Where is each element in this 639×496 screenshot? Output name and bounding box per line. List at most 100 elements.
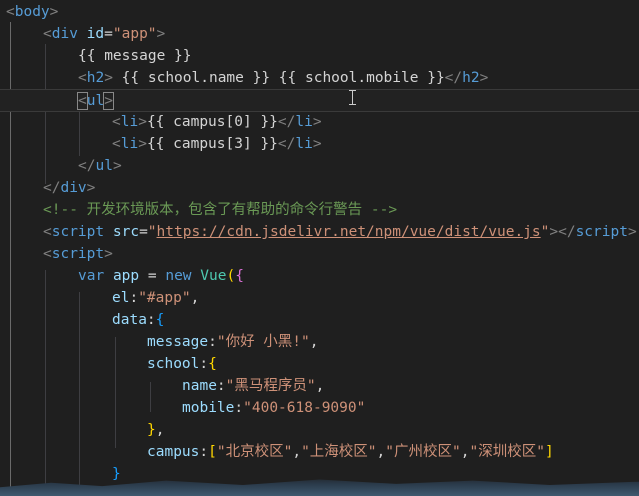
- code-token: "北京校区": [216, 444, 293, 460]
- code-token: new: [165, 268, 192, 284]
- code-line-content: campus:["北京校区","上海校区","广州校区","深圳校区"]: [147, 444, 554, 460]
- code-line-content: <!-- 开发环境版本，包含了有帮助的命令行警告 -->: [43, 202, 397, 218]
- code-token: ,: [155, 422, 165, 438]
- code-line[interactable]: </div>: [43, 177, 95, 200]
- code-line-content: </div>: [43, 180, 95, 196]
- code-token: {: [155, 312, 165, 328]
- code-token: :: [234, 400, 244, 416]
- code-line-content: data:{: [112, 312, 164, 328]
- code-token: ,: [292, 444, 302, 460]
- code-token: }: [112, 466, 121, 482]
- code-token: ]: [544, 444, 554, 460]
- code-token: "你好 小黑!": [216, 334, 310, 350]
- code-token: <!-- 开发环境版本，包含了有帮助的命令行警告 -->: [43, 202, 398, 218]
- code-token: "上海校区": [301, 444, 377, 460]
- code-line[interactable]: <li>{{ campus[0] }}</li>: [112, 111, 322, 134]
- code-token: li: [120, 136, 139, 152]
- code-line[interactable]: <script>: [43, 243, 113, 266]
- code-token: "深圳校区": [469, 444, 545, 460]
- code-line[interactable]: <body>: [6, 1, 58, 24]
- code-line[interactable]: mobile:"400-618-9090": [182, 397, 365, 420]
- code-token: >: [138, 114, 147, 130]
- code-token: </: [78, 158, 96, 174]
- code-line[interactable]: var app = new Vue({: [78, 265, 244, 288]
- indent-guide: [45, 270, 46, 496]
- code-editor[interactable]: <body> <div id="app"> {{ message }} <h2>…: [0, 0, 639, 496]
- indent-guide: [150, 382, 151, 412]
- code-line-content: mobile:"400-618-9090": [182, 400, 365, 416]
- code-token: ul: [95, 158, 113, 174]
- code-token: {: [208, 356, 217, 372]
- code-line[interactable]: }: [112, 463, 121, 486]
- code-token: ,: [376, 444, 386, 460]
- indent-guide: [79, 292, 80, 496]
- code-token: >: [312, 136, 322, 152]
- indent-guide: [115, 337, 116, 448]
- code-token: div: [60, 180, 87, 196]
- code-token: body: [14, 4, 50, 20]
- code-line-content: <li>{{ campus[0] }}</li>: [112, 114, 322, 130]
- bottom-wave-decoration: [0, 479, 639, 496]
- code-line[interactable]: <div id="app">: [43, 23, 165, 46]
- code-token: >: [479, 70, 489, 86]
- code-token: =: [104, 26, 113, 42]
- code-line[interactable]: name:"黑马程序员",: [182, 375, 324, 398]
- code-line[interactable]: campus:["北京校区","上海校区","广州校区","深圳校区"]: [147, 441, 554, 464]
- code-line[interactable]: {{ message }}: [78, 45, 192, 68]
- code-token: "400-618-9090": [243, 400, 366, 416]
- code-line-content: </ul>: [78, 158, 122, 174]
- code-line[interactable]: <li>{{ campus[3] }}</li>: [112, 133, 322, 156]
- code-line[interactable]: },: [147, 419, 164, 442]
- code-token: </: [43, 180, 61, 196]
- code-token: data: [112, 312, 147, 328]
- code-token: =: [139, 224, 148, 240]
- code-token: {: [235, 268, 244, 284]
- code-line[interactable]: data:{: [112, 309, 164, 332]
- code-line-content: el:"#app",: [112, 290, 199, 306]
- code-token: "广州校区": [385, 444, 461, 460]
- code-token: (: [226, 268, 236, 284]
- code-line-content: {{ message }}: [78, 48, 192, 64]
- indent-guide: [45, 44, 46, 184]
- code-line-content: <script src="https://cdn.jsdelivr.net/np…: [43, 224, 637, 240]
- code-token: "#app": [138, 290, 191, 306]
- code-token: {{ campus[3] }}: [146, 136, 278, 152]
- code-token: ": [147, 224, 157, 240]
- code-token: <: [6, 4, 15, 20]
- code-token: <: [78, 70, 87, 86]
- code-token: message: [147, 334, 209, 350]
- code-token: ,: [309, 334, 319, 350]
- code-line[interactable]: el:"#app",: [112, 287, 199, 310]
- code-token: {{ message }}: [78, 48, 192, 64]
- code-token: >: [49, 4, 59, 20]
- code-line-content: <div id="app">: [43, 26, 165, 42]
- code-line[interactable]: <script src="https://cdn.jsdelivr.net/np…: [43, 221, 637, 244]
- code-token: ></: [549, 224, 576, 240]
- code-token: =: [139, 268, 166, 284]
- text-cursor-ibeam-icon: [349, 90, 358, 105]
- code-line[interactable]: <h2> {{ school.name }} {{ school.mobile …: [78, 67, 488, 90]
- code-token: }: [147, 422, 156, 438]
- code-line-content: <body>: [6, 4, 58, 20]
- code-token: script: [51, 246, 105, 262]
- code-token: name: [182, 378, 217, 394]
- code-line-content: }: [112, 466, 121, 482]
- code-token: campus: [147, 444, 200, 460]
- code-token: ul: [86, 93, 105, 109]
- code-line[interactable]: school:{: [147, 353, 217, 376]
- code-token: >: [627, 224, 637, 240]
- code-line[interactable]: <!-- 开发环境版本，包含了有帮助的命令行警告 -->: [43, 199, 397, 222]
- code-line-active[interactable]: <ul>: [0, 89, 639, 112]
- code-line-content: },: [147, 422, 164, 438]
- code-line-content: <li>{{ campus[3] }}</li>: [112, 136, 322, 152]
- code-token: >: [104, 70, 113, 86]
- code-token: <: [77, 92, 88, 110]
- code-token: :: [216, 378, 226, 394]
- code-line[interactable]: </ul>: [78, 155, 122, 178]
- code-token: "app": [112, 26, 157, 42]
- code-token: >: [112, 158, 122, 174]
- code-line[interactable]: message:"你好 小黑!",: [147, 331, 319, 354]
- code-token: id: [86, 26, 105, 42]
